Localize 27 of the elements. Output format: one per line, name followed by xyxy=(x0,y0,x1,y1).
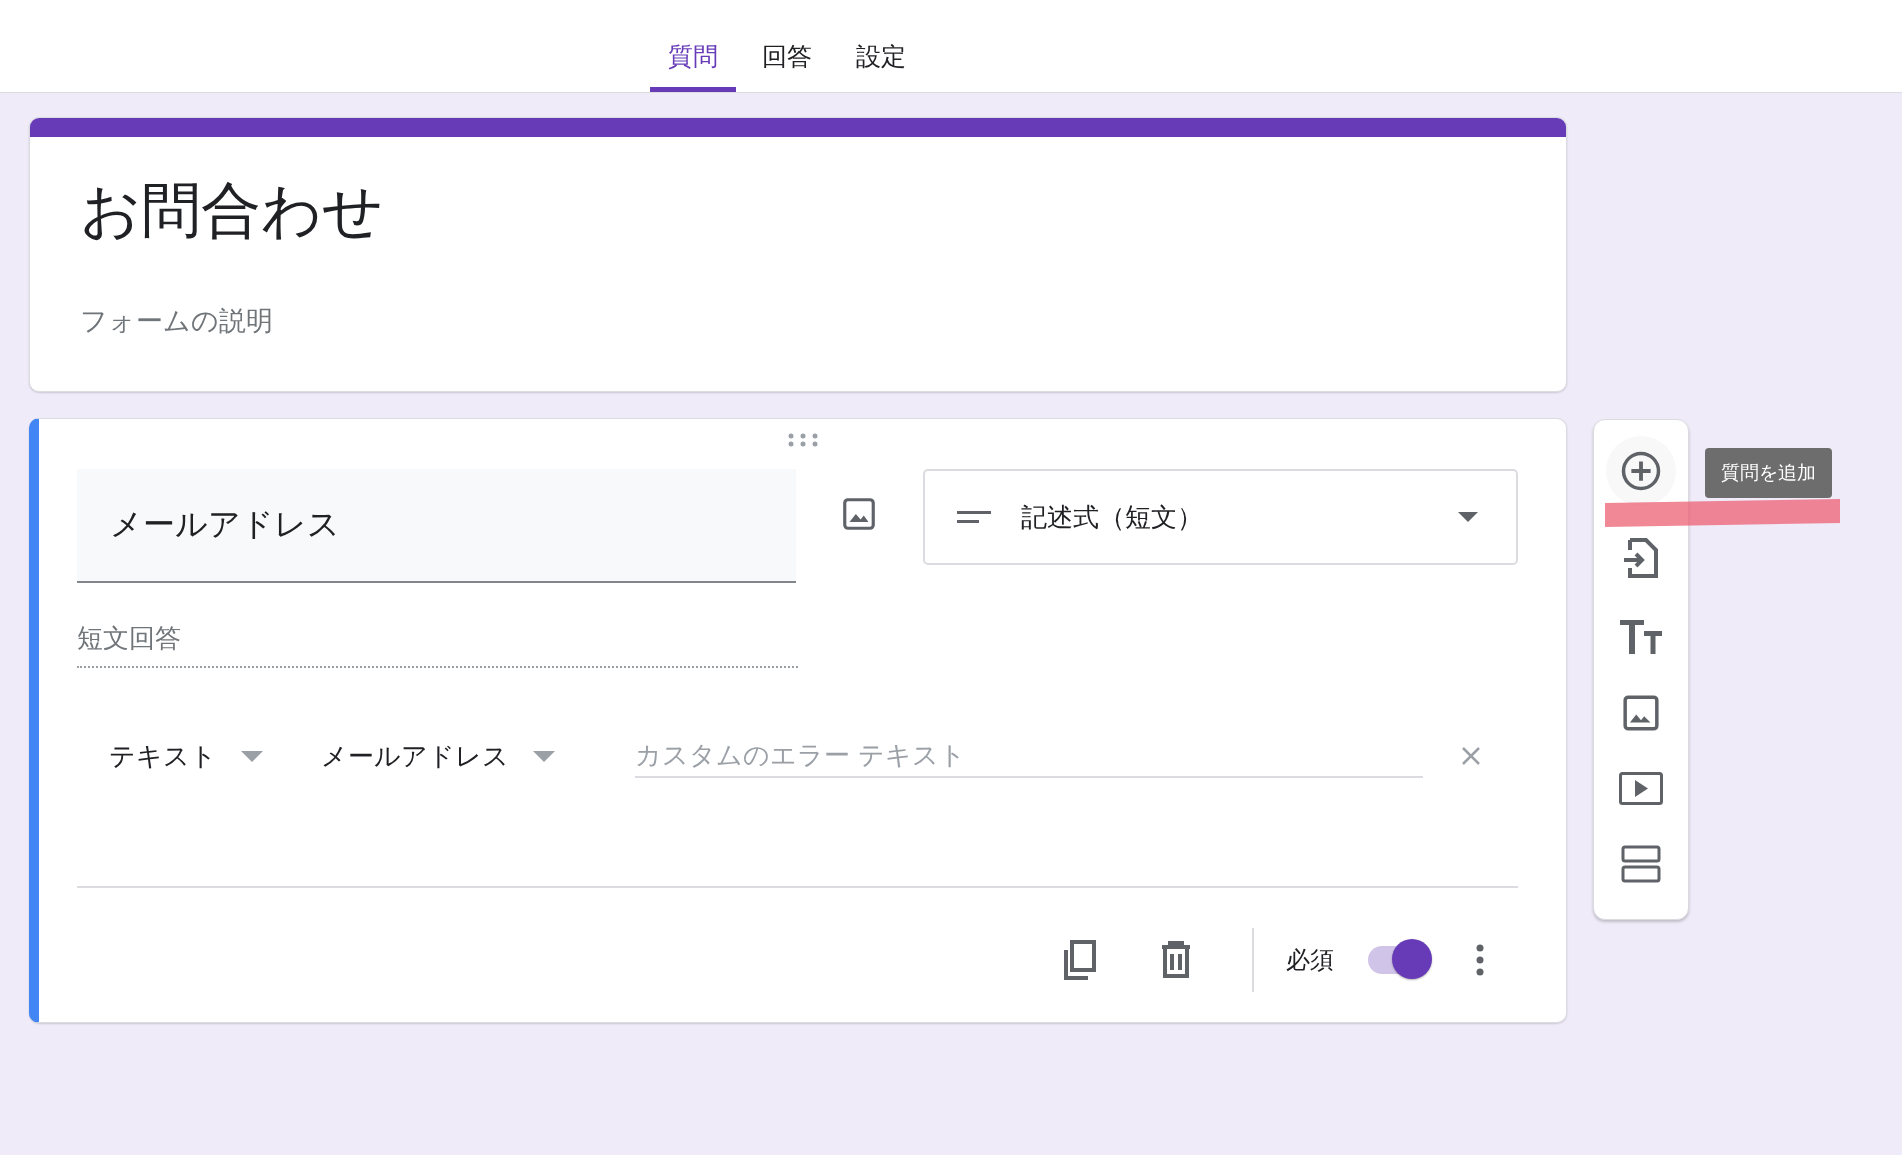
validation-type-dropdown[interactable]: テキスト xyxy=(109,738,263,774)
tab[interactable]: 回答 xyxy=(744,40,830,92)
required-label: 必須 xyxy=(1286,945,1334,976)
video-icon[interactable] xyxy=(1619,772,1663,805)
form-description[interactable]: フォームの説明 xyxy=(30,249,1566,339)
caret-icon xyxy=(1458,512,1478,522)
more-icon[interactable] xyxy=(1476,944,1484,976)
import-file-icon[interactable] xyxy=(1624,538,1658,580)
form-title[interactable]: お問合わせ xyxy=(30,137,1566,249)
caret-icon xyxy=(533,750,555,762)
tab[interactable]: 質問 xyxy=(650,40,736,92)
short-answer-field: 短文回答 xyxy=(77,583,798,668)
error-text-input[interactable]: カスタムのエラー テキスト xyxy=(635,734,1423,778)
tab[interactable]: 設定 xyxy=(838,40,924,92)
question-type-dropdown[interactable]: 記述式（短文） xyxy=(923,469,1518,565)
image-icon[interactable] xyxy=(840,495,878,533)
validation-condition-dropdown[interactable]: メールアドレス xyxy=(321,738,555,774)
drag-handle-icon[interactable] xyxy=(786,433,819,447)
text-size-icon[interactable] xyxy=(1620,620,1662,654)
caret-icon xyxy=(241,750,263,762)
question-title-field[interactable]: メールアドレス xyxy=(77,469,796,583)
tooltip: 質問を追加 xyxy=(1705,448,1832,498)
image-icon[interactable] xyxy=(1622,694,1660,732)
short-lines-icon xyxy=(957,509,991,525)
trash-icon[interactable] xyxy=(1160,941,1192,979)
section-icon[interactable] xyxy=(1621,845,1661,883)
add-icon xyxy=(1620,450,1662,492)
